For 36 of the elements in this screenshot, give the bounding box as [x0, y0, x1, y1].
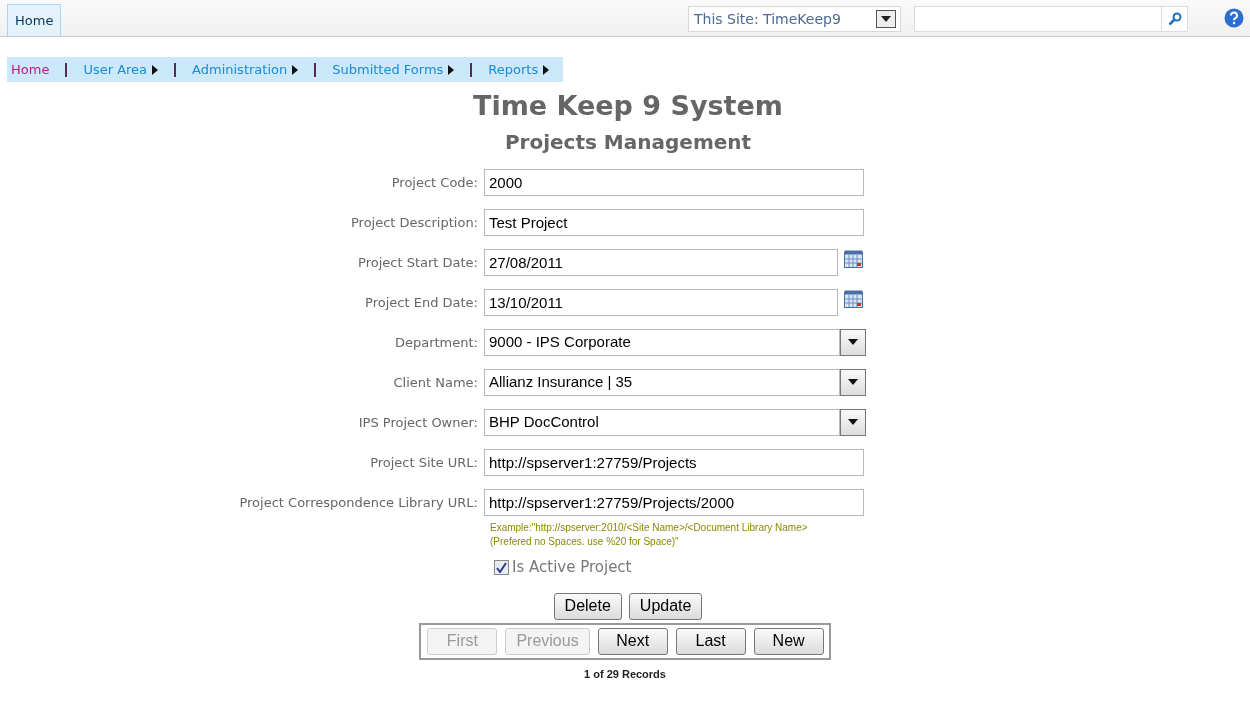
record-count: 1 of 29 Records [584, 666, 666, 682]
dropdown-arrow-icon [848, 339, 858, 346]
page-subtitle: Projects Management [503, 129, 753, 157]
nav-link[interactable]: Home [11, 60, 50, 80]
action-button[interactable]: Delete [553, 592, 622, 620]
field-label: Project Description: [349, 213, 479, 232]
help-icon[interactable] [1224, 8, 1244, 28]
calendar-icon[interactable] [844, 250, 863, 269]
page-title: Time Keep 9 System [472, 89, 784, 124]
calendar-icon[interactable] [844, 290, 863, 309]
date-field[interactable]: 13/10/2011 [484, 288, 838, 316]
pager-button[interactable]: Next [597, 627, 668, 655]
field-label: Client Name: [392, 373, 479, 392]
field-label: Project Code: [390, 173, 479, 192]
field-label: Department: [393, 333, 479, 352]
field-label: Project End Date: [364, 293, 479, 312]
field-label: Project Site URL: [369, 453, 479, 472]
field-label: IPS Project Owner: [357, 413, 479, 432]
date-field[interactable]: 27/08/2011 [484, 248, 838, 276]
pager-button[interactable]: Last [675, 627, 746, 655]
dropdown-arrow-icon [848, 419, 858, 426]
dropdown-arrow-icon [848, 379, 858, 386]
pager-button[interactable]: New [753, 627, 824, 655]
field-label: Project Start Date: [357, 253, 479, 272]
home-tab[interactable]: Home [7, 4, 62, 36]
text-field[interactable]: 2000 [484, 168, 864, 196]
text-field[interactable]: http://spserver1:27759/Projects/2000 [484, 488, 864, 516]
scope-dropdown[interactable]: This Site: TimeKeep9 [688, 6, 901, 32]
action-button[interactable]: Update [628, 592, 703, 620]
text-field[interactable]: Test Project [484, 208, 864, 236]
hint-text: Example:"http://spserver:2010/<Site Name>/<Document Library Name> (Prefered no Spaces. use %20 for Space)" [490, 521, 809, 550]
field-label: Project Correspondence Library URL: [238, 493, 479, 512]
checkbox-label: Is Active Project [512, 557, 632, 579]
checkbox[interactable] [494, 560, 509, 575]
text-field[interactable]: http://spserver1:27759/Projects [484, 448, 864, 476]
scope-text: This Site: TimeKeep9 [694, 9, 841, 29]
